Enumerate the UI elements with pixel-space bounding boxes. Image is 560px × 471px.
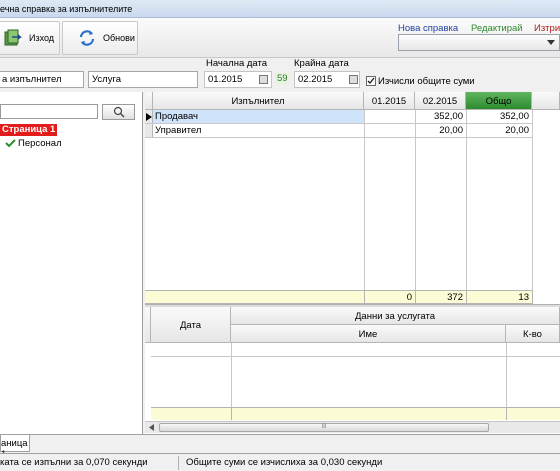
tab-page-1[interactable]: аница 1	[0, 435, 30, 460]
table-cell-total[interactable]: 20,00	[466, 124, 532, 137]
table-cell-performer[interactable]: Управител	[153, 124, 364, 137]
service-field[interactable]: Услуга	[88, 71, 198, 88]
scroll-left-icon[interactable]	[149, 424, 155, 431]
chevron-down-icon	[547, 40, 555, 45]
exit-icon	[4, 29, 22, 46]
calendar-icon[interactable]	[259, 75, 268, 84]
col-total[interactable]: Общо	[466, 92, 532, 110]
header-filler	[532, 92, 560, 110]
calendar-icon[interactable]	[349, 75, 358, 84]
row-pointer-icon	[146, 113, 152, 121]
status-totals-time: Общите суми се изчислиха за 0,030 секунд…	[186, 457, 383, 468]
refresh-icon	[79, 30, 95, 46]
tree-item-personnel[interactable]: Персонал	[18, 138, 62, 149]
detail-totals-row	[151, 407, 560, 420]
total-month-1: 0	[406, 292, 412, 303]
table-cell[interactable]: 352,00	[415, 110, 466, 123]
status-bar: ката се изпълни за 0,070 секунди Общите …	[0, 453, 560, 471]
edit-link[interactable]: Редактирай	[471, 23, 523, 34]
delete-link[interactable]: Изтри	[534, 23, 560, 34]
exit-label: Изход	[29, 33, 55, 43]
table-cell[interactable]: 20,00	[415, 124, 466, 137]
tree-search-input[interactable]	[0, 104, 98, 119]
title-bar: ечна справка за изпълнителите	[0, 0, 560, 18]
refresh-label: Обнови	[103, 33, 135, 43]
start-date-label: Начална дата	[206, 58, 268, 69]
col-month-2[interactable]: 02.2015	[415, 92, 466, 110]
refresh-button[interactable]: Обнови	[62, 21, 138, 55]
day-count: 59	[275, 73, 290, 84]
status-query-time: ката се изпълни за 0,070 секунди	[0, 457, 148, 468]
col-quantity[interactable]: К-во	[506, 325, 560, 343]
page-tabs	[0, 434, 560, 453]
table-cell-total[interactable]: 352,00	[466, 110, 532, 123]
window-title: ечна справка за изпълнителите	[0, 4, 133, 14]
col-group-service-data: Данни за услугата	[231, 307, 560, 325]
tree-search-button[interactable]	[102, 104, 135, 120]
calc-totals-label: Изчисли общите суми	[378, 76, 475, 87]
row-indicator-header	[145, 92, 153, 110]
check-icon	[5, 139, 16, 148]
table-cell[interactable]	[364, 110, 415, 123]
calc-totals-checkbox[interactable]	[366, 76, 376, 86]
horizontal-scrollbar[interactable]: III	[145, 421, 560, 433]
row-indicator	[145, 110, 153, 123]
col-performer[interactable]: Изпълнител	[153, 92, 364, 110]
performer-field[interactable]: а изпълнител	[0, 71, 84, 88]
report-select[interactable]	[398, 34, 560, 51]
total-month-2: 372	[447, 292, 463, 303]
tree-item-page[interactable]: Страница 1	[0, 124, 58, 136]
col-date[interactable]: Дата	[151, 307, 231, 343]
exit-button[interactable]: Изход	[0, 21, 60, 55]
end-date-label: Крайна дата	[294, 58, 349, 69]
col-month-1[interactable]: 01.2015	[364, 92, 415, 110]
row-indicator	[145, 124, 153, 137]
scroll-thumb[interactable]: III	[159, 423, 489, 432]
col-name[interactable]: Име	[231, 325, 506, 343]
search-icon	[113, 106, 124, 118]
new-report-link[interactable]: Нова справка	[398, 23, 458, 34]
total-overall: 13	[518, 292, 529, 303]
table-cell-performer[interactable]: Продавач	[153, 110, 364, 123]
checkmark-icon	[367, 77, 375, 85]
table-cell[interactable]	[364, 124, 415, 137]
